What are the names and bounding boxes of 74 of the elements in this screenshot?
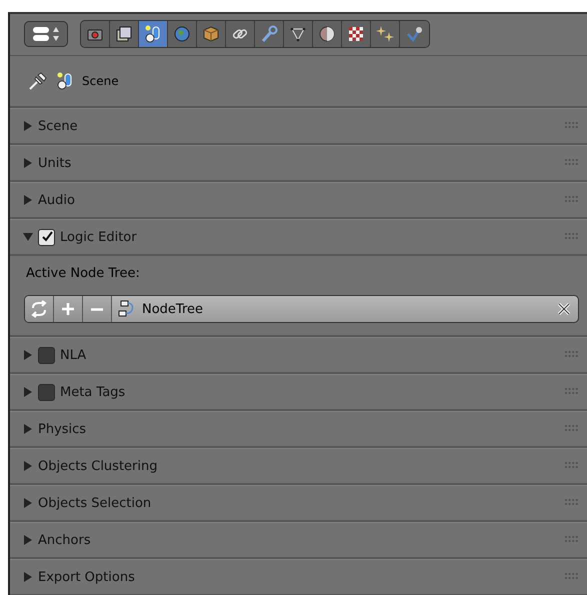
expand-arrow-icon[interactable] [23,387,33,397]
drag-handle-icon[interactable] [565,233,579,241]
mesh-icon [289,25,307,43]
panel-title: Anchors [38,532,91,548]
expand-arrow-icon[interactable] [23,461,33,471]
expand-arrow-icon[interactable] [23,121,33,131]
sphere-icon [318,25,336,43]
panel-title: Audio [38,192,75,208]
properties-tab[interactable] [139,21,168,47]
panel-title: Meta Tags [60,384,126,400]
panel-header[interactable]: Physics [10,411,587,448]
panel-checkbox[interactable] [38,384,55,400]
context-label: Scene [82,74,119,88]
panel-title: Physics [38,422,86,436]
panel-header[interactable]: Audio [10,182,587,219]
properties-tab[interactable] [226,21,255,47]
checker-icon [347,25,365,43]
drag-handle-icon[interactable] [565,159,579,167]
drag-handle-icon[interactable] [565,499,579,507]
properties-tab[interactable] [81,21,110,47]
panel-title: Objects Selection [38,496,152,510]
layers-icon [115,25,133,43]
drag-handle-icon[interactable] [565,425,579,433]
properties-tab[interactable] [342,21,371,47]
panel-header[interactable]: NLA [10,337,587,374]
panel-title: Units [38,156,72,170]
panel-header[interactable]: Anchors [10,522,587,559]
panel-title: Logic Editor [60,230,137,244]
panel-title: Objects Clustering [38,458,158,474]
drag-handle-icon[interactable] [565,351,579,359]
drag-handle-icon[interactable] [565,196,579,204]
panel-header[interactable]: Objects Selection [10,485,587,522]
panel-title: Export Options [38,570,135,584]
drag-handle-icon[interactable] [565,573,579,581]
drag-handle-icon[interactable] [565,536,579,544]
panel-header[interactable]: Logic Editor [10,219,587,256]
checkmark-icon [406,25,424,43]
panel-checkbox[interactable] [38,228,55,246]
globe-icon [173,25,191,43]
collapse-arrow-icon[interactable] [23,232,33,242]
expand-arrow-icon[interactable] [23,498,33,508]
panel-title: Scene [38,118,78,134]
properties-tab[interactable] [255,21,284,47]
wrench-icon [260,25,278,43]
drag-handle-icon[interactable] [565,462,579,470]
expand-arrow-icon[interactable] [23,424,33,434]
properties-tab[interactable] [284,21,313,47]
properties-tab[interactable] [110,21,139,47]
panel-checkbox[interactable] [38,346,55,364]
scene-icon [144,25,162,43]
scene-icon [56,72,74,90]
expand-arrow-icon[interactable] [23,195,33,205]
panel-header[interactable]: Export Options [10,559,587,595]
panel-header[interactable]: Meta Tags [10,374,587,411]
expand-arrow-icon[interactable] [23,572,33,582]
editor-type-menu[interactable] [24,21,68,47]
expand-arrow-icon[interactable] [23,535,33,545]
properties-tab[interactable] [168,21,197,47]
panel-title: NLA [60,348,86,362]
panel-header[interactable]: Units [10,145,587,182]
cube-icon [202,25,220,43]
drag-handle-icon[interactable] [565,122,579,130]
properties-tab[interactable] [313,21,342,47]
panel-header[interactable]: Objects Clustering [10,448,587,485]
properties-tab[interactable] [371,21,400,47]
toggle-arrows-icon [31,26,61,42]
expand-arrow-icon[interactable] [23,350,33,360]
drag-handle-icon[interactable] [565,388,579,396]
node-tree-label: Active Node Tree: [26,266,141,281]
sparkles-icon [376,25,394,43]
pin-icon[interactable] [28,71,48,91]
expand-arrow-icon[interactable] [23,158,33,168]
properties-tab[interactable] [197,21,226,47]
panel-header[interactable]: Scene [10,108,587,145]
